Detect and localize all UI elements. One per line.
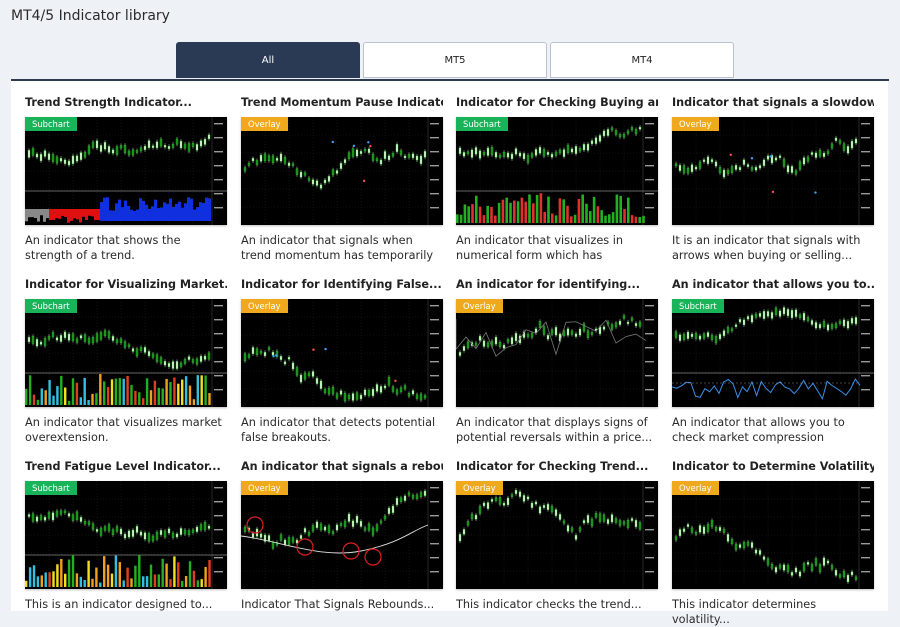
card-description: An indicator that visualizes in numerica… [456, 234, 624, 262]
chart-preview [456, 481, 654, 589]
chart-preview [456, 299, 654, 407]
card-title[interactable]: An indicator that allows you to... [672, 277, 874, 293]
card-description: It is an indicator that signals with arr… [672, 234, 861, 262]
candles [674, 135, 858, 180]
chart-preview [672, 481, 870, 589]
card-title[interactable]: Indicator for Visualizing Market... [25, 277, 227, 293]
badge-overlay: Overlay [456, 481, 503, 495]
badge-overlay: Overlay [672, 117, 719, 131]
card-title[interactable]: Indicator for Checking Buying and... [456, 95, 658, 111]
card-title[interactable]: An indicator that signals a reboun... [241, 459, 443, 475]
card-title[interactable]: Indicator for Checking Trend... [456, 459, 658, 475]
badge-overlay: Overlay [241, 117, 288, 131]
badge-overlay: Overlay [456, 299, 503, 313]
indicator-card[interactable]: Indicator for Checking Buying and... Sub… [456, 95, 658, 263]
indicator-card[interactable]: An indicator that allows you to... Subch… [672, 277, 874, 445]
chart-thumbnail[interactable]: Subchart [25, 481, 227, 589]
candles [243, 142, 427, 191]
card-description: This indicator determines volatility... [672, 598, 817, 626]
chart-preview [25, 299, 227, 407]
chart-thumbnail[interactable]: Overlay [456, 481, 658, 589]
badge-overlay: Overlay [672, 481, 719, 495]
chart-thumbnail[interactable]: Overlay [672, 117, 874, 225]
card-title[interactable]: Indicator that signals a slowdown ... [672, 95, 874, 111]
card-title[interactable]: Indicator for Identifying False... [241, 277, 443, 293]
chart-thumbnail[interactable]: Overlay [672, 481, 874, 589]
candles [243, 345, 427, 403]
badge-overlay: Overlay [241, 299, 288, 313]
chart-thumbnail[interactable]: Subchart [672, 299, 874, 407]
chart-thumbnail[interactable]: Overlay [241, 481, 443, 589]
card-description: This indicator checks the trend... [456, 598, 642, 611]
indicator-card[interactable]: Indicator for Checking Trend... Overlay … [456, 459, 658, 627]
chart-grid [672, 481, 858, 589]
card-title[interactable]: Trend Momentum Pause Indicator... [241, 95, 443, 111]
indicator-card[interactable]: Trend Momentum Pause Indicator... Overla… [241, 95, 443, 263]
card-description: An indicator that shows the strength of … [25, 234, 181, 262]
chart-preview [241, 117, 439, 225]
chart-grid [672, 117, 858, 225]
chart-thumbnail[interactable]: Overlay [241, 117, 443, 225]
card-description: An indicator that allows you to check ma… [672, 416, 845, 444]
candles [27, 508, 211, 544]
chart-preview [672, 299, 874, 407]
chart-preview [456, 117, 658, 225]
candles [674, 518, 858, 584]
badge-subchart: Subchart [672, 299, 724, 313]
chart-preview [241, 299, 439, 407]
badge-subchart: Subchart [456, 117, 508, 131]
chart-thumbnail[interactable]: Overlay [241, 299, 443, 407]
tab-all[interactable]: All [176, 42, 360, 78]
indicator-card[interactable]: An indicator that signals a reboun... Ov… [241, 459, 443, 627]
page-title: MT4/5 Indicator library [11, 8, 170, 24]
card-description: This is an indicator designed to... [25, 598, 213, 611]
card-title[interactable]: Trend Fatigue Level Indicator... [25, 459, 227, 475]
indicator-card[interactable]: Indicator to Determine Volatility... Ove… [672, 459, 874, 627]
indicator-card[interactable]: An indicator for identifying... Overlay … [456, 277, 658, 445]
chart-preview [672, 117, 870, 225]
chart-preview [241, 481, 439, 589]
chart-thumbnail[interactable]: Overlay [456, 299, 658, 407]
tab-mt5[interactable]: MT5 [363, 42, 547, 78]
chart-thumbnail[interactable]: Subchart [25, 117, 227, 225]
indicator-card[interactable]: Indicator that signals a slowdown ... Ov… [672, 95, 874, 263]
indicator-grid: Trend Strength Indicator... Subchart An … [11, 81, 888, 626]
chart-grid [456, 481, 642, 589]
chart-grid [456, 299, 642, 407]
card-description: Indicator That Signals Rebounds... [241, 598, 435, 611]
card-description: An indicator that displays signs of pote… [456, 416, 653, 444]
candles [27, 132, 211, 168]
card-description: An indicator that detects potential fals… [241, 416, 436, 444]
indicator-card[interactable]: Indicator for Identifying False... Overl… [241, 277, 443, 445]
badge-subchart: Subchart [25, 117, 77, 131]
tab-mt4[interactable]: MT4 [550, 42, 734, 78]
chart-thumbnail[interactable]: Subchart [456, 117, 658, 225]
card-description: An indicator that visualizes market over… [25, 416, 222, 444]
badge-subchart: Subchart [25, 299, 77, 313]
card-title[interactable]: Indicator to Determine Volatility... [672, 459, 874, 475]
chart-preview [25, 117, 227, 225]
indicator-card[interactable]: Trend Strength Indicator... Subchart An … [25, 95, 227, 263]
badge-overlay: Overlay [241, 481, 288, 495]
chart-thumbnail[interactable]: Subchart [25, 299, 227, 407]
card-title[interactable]: An indicator for identifying... [456, 277, 658, 293]
candles [458, 125, 642, 165]
indicator-card[interactable]: Indicator for Visualizing Market... Subc… [25, 277, 227, 445]
candles [243, 488, 427, 551]
card-title[interactable]: Trend Strength Indicator... [25, 95, 227, 111]
chart-preview [25, 481, 227, 589]
badge-subchart: Subchart [25, 481, 77, 495]
indicator-card[interactable]: Trend Fatigue Level Indicator... Subchar… [25, 459, 227, 627]
card-description: An indicator that signals when trend mom… [241, 234, 434, 262]
